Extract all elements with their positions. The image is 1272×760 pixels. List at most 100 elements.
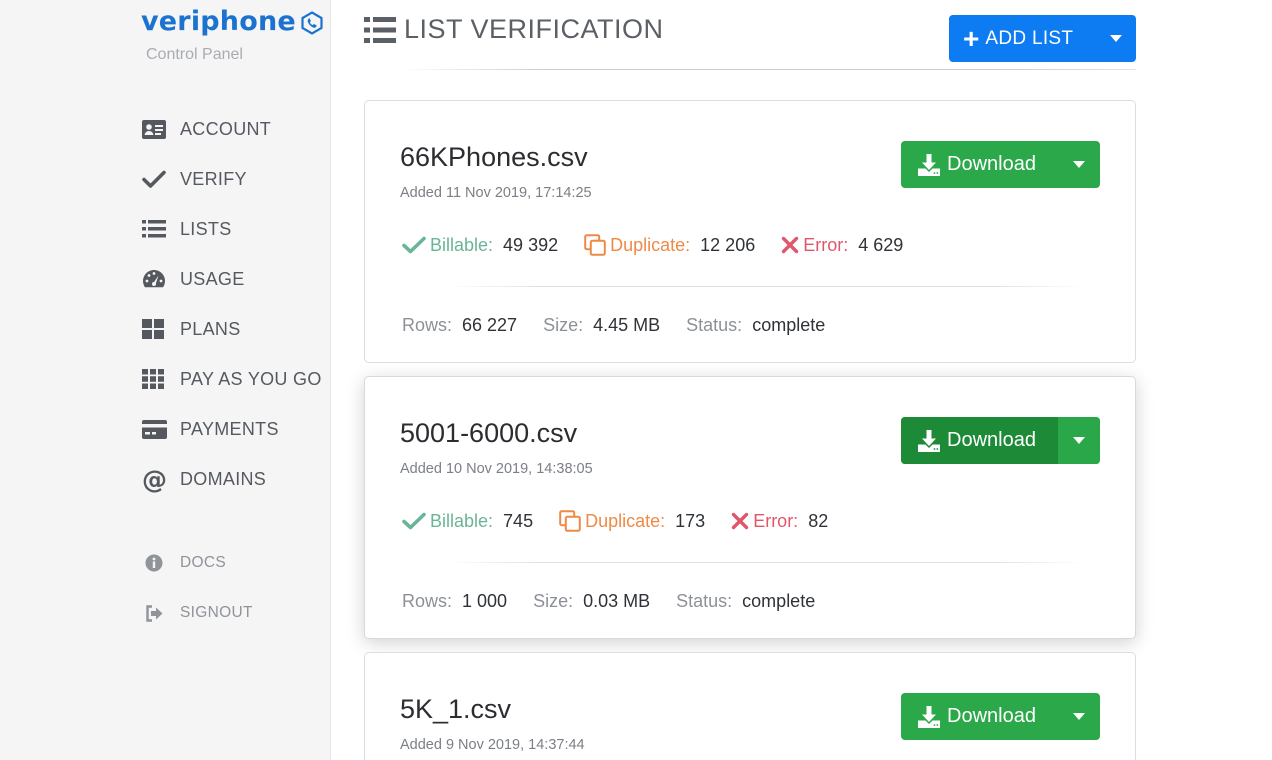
error-stat: Error: 82 (731, 511, 828, 532)
gauge-icon (142, 268, 168, 290)
download-dropdown-toggle[interactable] (1058, 417, 1100, 464)
status-label: Status: (686, 315, 743, 335)
download-main[interactable]: Download (901, 417, 1058, 464)
grid-3x3-icon (142, 368, 168, 390)
card-divider (447, 286, 1087, 287)
download-main[interactable]: Download (901, 693, 1058, 740)
caret-down-icon (1073, 713, 1085, 720)
sidebar: veriphone Control Panel ACCOUNT VERIFY L… (0, 0, 331, 760)
rows-label: Rows: (402, 315, 453, 335)
sidebar-item-payments[interactable]: PAYMENTS (142, 404, 331, 454)
list-file-name: 66KPhones.csv (400, 142, 588, 172)
billable-stat: Billable: 745 (402, 511, 533, 532)
download-dropdown-toggle[interactable] (1058, 141, 1100, 188)
list-file-name: 5K_1.csv (400, 694, 512, 724)
error-value: 82 (808, 510, 829, 531)
sidebar-item-usage[interactable]: USAGE (142, 254, 331, 304)
brand-subtitle: Control Panel (146, 46, 243, 63)
credit-card-icon (142, 418, 168, 440)
add-list-dropdown-toggle[interactable] (1096, 15, 1136, 62)
download-label: Download (947, 429, 1036, 451)
sidebar-item-label: VERIFY (180, 168, 247, 189)
billable-label: Billable: (430, 234, 494, 255)
add-list-label: ADD LIST (985, 27, 1074, 49)
caret-down-icon (1110, 35, 1122, 42)
duplicate-label: Duplicate: (610, 234, 691, 255)
info-icon (145, 553, 165, 573)
sidebar-item-docs[interactable]: DOCS (145, 538, 331, 588)
card-divider (447, 562, 1087, 563)
download-button[interactable]: Download (901, 417, 1100, 464)
size-label: Size: (543, 315, 584, 335)
add-list-button[interactable]: + ADD LIST (949, 15, 1136, 62)
size-value: 4.45 MB (593, 315, 661, 335)
duplicate-value: 173 (675, 510, 706, 531)
list-added-date: Added 9 Nov 2019, 14:37:44 (400, 737, 585, 753)
rows-info: Rows: 66 227 (402, 315, 517, 336)
list-icon (364, 16, 396, 43)
rows-value: 1 000 (462, 591, 508, 611)
sidebar-item-plans[interactable]: PLANS (142, 304, 331, 354)
sidebar-item-label: PAY AS YOU GO (180, 368, 322, 389)
check-icon (402, 236, 426, 254)
add-list-main[interactable]: + ADD LIST (949, 15, 1096, 62)
list-meta: Rows: 1 000 Size: 0.03 MB Status: complete (402, 591, 841, 612)
download-icon (918, 705, 940, 728)
brand-logo[interactable]: veriphone (141, 6, 324, 37)
sidebar-item-label: DOCS (180, 554, 226, 571)
billable-value: 49 392 (503, 234, 559, 255)
download-main[interactable]: Download (901, 141, 1058, 188)
sign-out-icon (145, 603, 165, 623)
list-added-date: Added 10 Nov 2019, 14:38:05 (400, 461, 593, 477)
sidebar-item-signout[interactable]: SIGNOUT (145, 588, 331, 638)
download-icon (918, 429, 940, 452)
rows-info: Rows: 1 000 (402, 591, 507, 612)
duplicate-stat: Duplicate: 12 206 (584, 234, 755, 256)
status-value: complete (742, 591, 816, 611)
check-icon (142, 168, 168, 190)
plus-icon: + (963, 22, 980, 54)
list-card: 66KPhones.csv Added 11 Nov 2019, 17:14:2… (364, 100, 1136, 363)
id-card-icon (142, 118, 168, 140)
sidebar-item-label: SIGNOUT (180, 604, 253, 621)
copy-icon (584, 234, 606, 256)
rows-label: Rows: (402, 591, 453, 611)
error-label: Error: (803, 234, 849, 255)
status-info: Status: complete (686, 315, 825, 336)
duplicate-stat: Duplicate: 173 (559, 510, 705, 532)
sidebar-item-domains[interactable]: @ DOMAINS (142, 454, 331, 504)
copy-icon (559, 510, 581, 532)
status-info: Status: complete (676, 591, 815, 612)
sidebar-item-account[interactable]: ACCOUNT (142, 104, 331, 154)
sidebar-item-verify[interactable]: VERIFY (142, 154, 331, 204)
size-info: Size: 4.45 MB (543, 315, 660, 336)
list-stats: Billable: 745 Duplicate: 173 Error: 82 (402, 510, 854, 532)
x-icon (781, 236, 799, 254)
error-value: 4 629 (858, 234, 904, 255)
list-meta: Rows: 66 227 Size: 4.45 MB Status: complete (402, 315, 851, 336)
sidebar-nav: ACCOUNT VERIFY LISTS USAGE PLANS PAY AS … (142, 104, 331, 504)
sidebar-item-pay-as-you-go[interactable]: PAY AS YOU GO (142, 354, 331, 404)
header-divider (400, 69, 1136, 70)
error-stat: Error: 4 629 (781, 235, 903, 256)
sidebar-item-lists[interactable]: LISTS (142, 204, 331, 254)
rows-value: 66 227 (462, 315, 518, 335)
download-label: Download (947, 153, 1036, 175)
list-icon (142, 218, 168, 240)
billable-value: 745 (503, 510, 534, 531)
caret-down-icon (1073, 161, 1085, 168)
list-stats: Billable: 49 392 Duplicate: 12 206 Error… (402, 234, 929, 256)
list-card: 5001-6000.csv Added 10 Nov 2019, 14:38:0… (364, 376, 1136, 639)
billable-stat: Billable: 49 392 (402, 235, 558, 256)
list-added-date: Added 11 Nov 2019, 17:14:25 (400, 185, 592, 201)
download-button[interactable]: Download (901, 693, 1100, 740)
sidebar-item-label: DOMAINS (180, 468, 267, 489)
download-button[interactable]: Download (901, 141, 1100, 188)
page-header: LIST VERIFICATION (364, 14, 664, 45)
sidebar-item-label: ACCOUNT (180, 118, 272, 139)
list-file-name: 5001-6000.csv (400, 418, 578, 448)
sidebar-item-label: PLANS (180, 318, 241, 339)
x-icon (731, 512, 749, 530)
billable-label: Billable: (430, 510, 494, 531)
download-dropdown-toggle[interactable] (1058, 693, 1100, 740)
